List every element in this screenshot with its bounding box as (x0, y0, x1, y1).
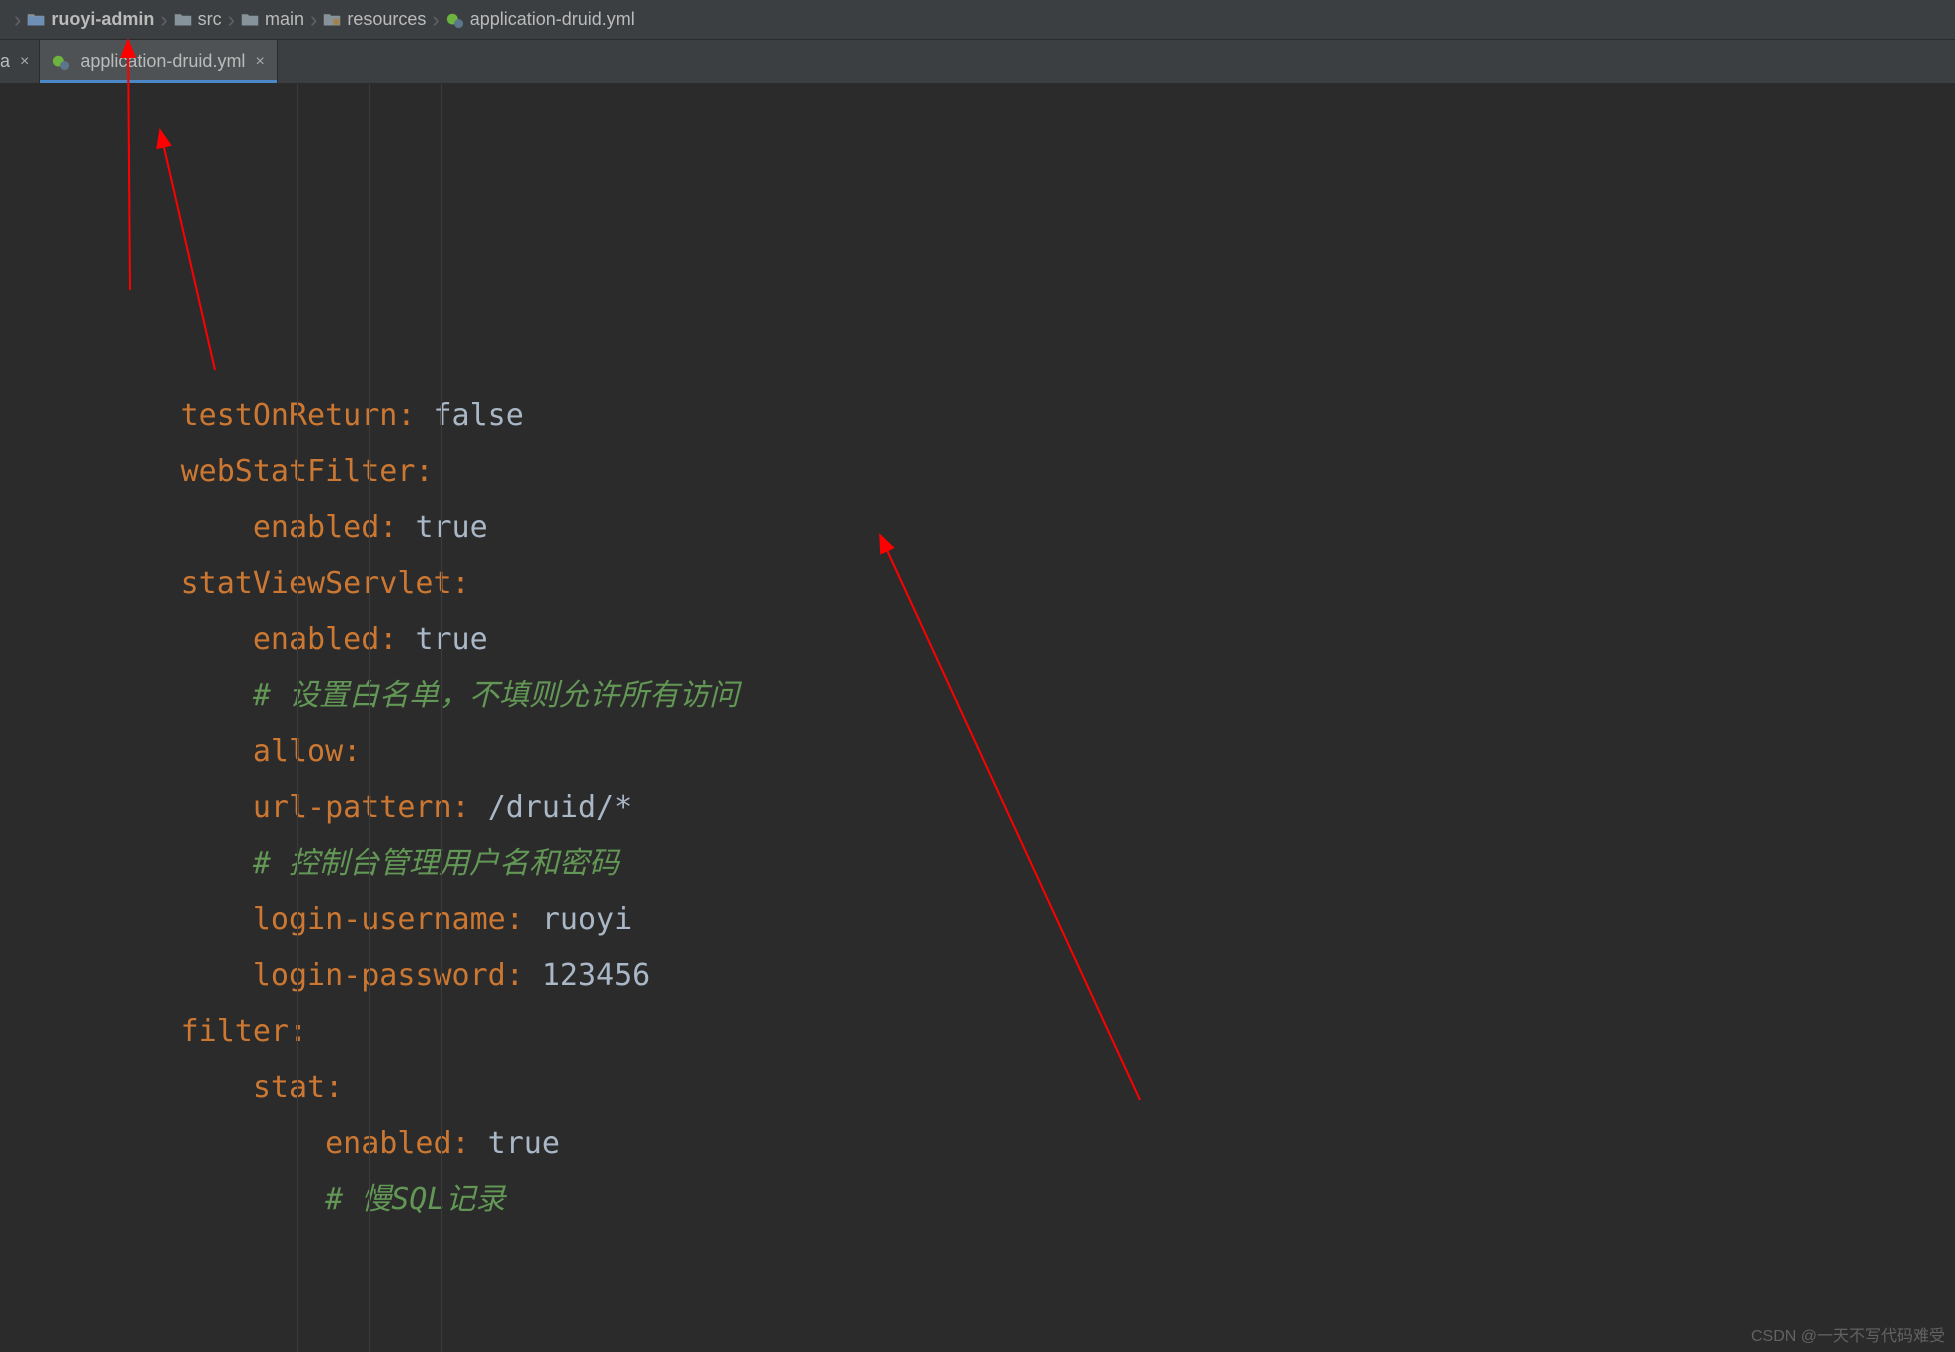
code-line: url-pattern: /druid/* (0, 780, 1955, 836)
breadcrumb-label: ruoyi-admin (51, 9, 154, 30)
tab-label-partial: a (0, 51, 10, 72)
tab-active[interactable]: application-druid.yml × (40, 40, 277, 83)
spring-file-icon (446, 11, 464, 29)
code-line: login-password: 123456 (0, 948, 1955, 1004)
code-line: statViewServlet: (0, 556, 1955, 612)
breadcrumb-label: src (198, 9, 222, 30)
code-line: filter: (0, 1004, 1955, 1060)
chevron-right-icon: › (432, 7, 439, 33)
breadcrumb-label: application-druid.yml (470, 9, 635, 30)
chevron-right-icon: › (160, 7, 167, 33)
tab-label: application-druid.yml (80, 51, 245, 72)
folder-icon (174, 12, 192, 27)
code-line: # 控制台管理用户名和密码 (0, 836, 1955, 892)
code-line: # 慢SQL记录 (0, 1172, 1955, 1228)
code-line: stat: (0, 1060, 1955, 1116)
chevron-right-icon: › (310, 7, 317, 33)
close-icon[interactable]: × (255, 53, 264, 71)
breadcrumb-label: resources (347, 9, 426, 30)
code-line: allow: (0, 724, 1955, 780)
folder-icon (241, 12, 259, 27)
chevron-right-icon: › (14, 7, 21, 33)
code-line: # 设置白名单，不填则允许所有访问 (0, 668, 1955, 724)
chevron-right-icon: › (228, 7, 235, 33)
breadcrumb-item-folder[interactable]: src (174, 9, 222, 30)
breadcrumb-item-file[interactable]: application-druid.yml (446, 9, 635, 30)
breadcrumb-item-folder[interactable]: main (241, 9, 304, 30)
breadcrumb-label: main (265, 9, 304, 30)
resources-folder-icon (323, 12, 341, 27)
code-line: enabled: true (0, 500, 1955, 556)
close-icon[interactable]: × (20, 53, 29, 71)
code-editor[interactable]: testOnReturn: false webStatFilter: enabl… (0, 84, 1955, 1352)
code-line: enabled: true (0, 612, 1955, 668)
breadcrumb: › ruoyi-admin › src › main › resources ›… (0, 0, 1955, 40)
breadcrumb-item-module[interactable]: ruoyi-admin (27, 9, 154, 30)
breadcrumb-item-resources[interactable]: resources (323, 9, 426, 30)
tab-bar: a × application-druid.yml × (0, 40, 1955, 84)
code-line: webStatFilter: (0, 444, 1955, 500)
spring-file-icon (52, 53, 70, 71)
code-line: login-username: ruoyi (0, 892, 1955, 948)
code-line: enabled: true (0, 1116, 1955, 1172)
code-line: testOnReturn: false (0, 388, 1955, 444)
folder-icon (27, 12, 45, 27)
tab-inactive[interactable]: a × (0, 40, 40, 83)
watermark: CSDN @一天不写代码难受 (1751, 1322, 1945, 1346)
